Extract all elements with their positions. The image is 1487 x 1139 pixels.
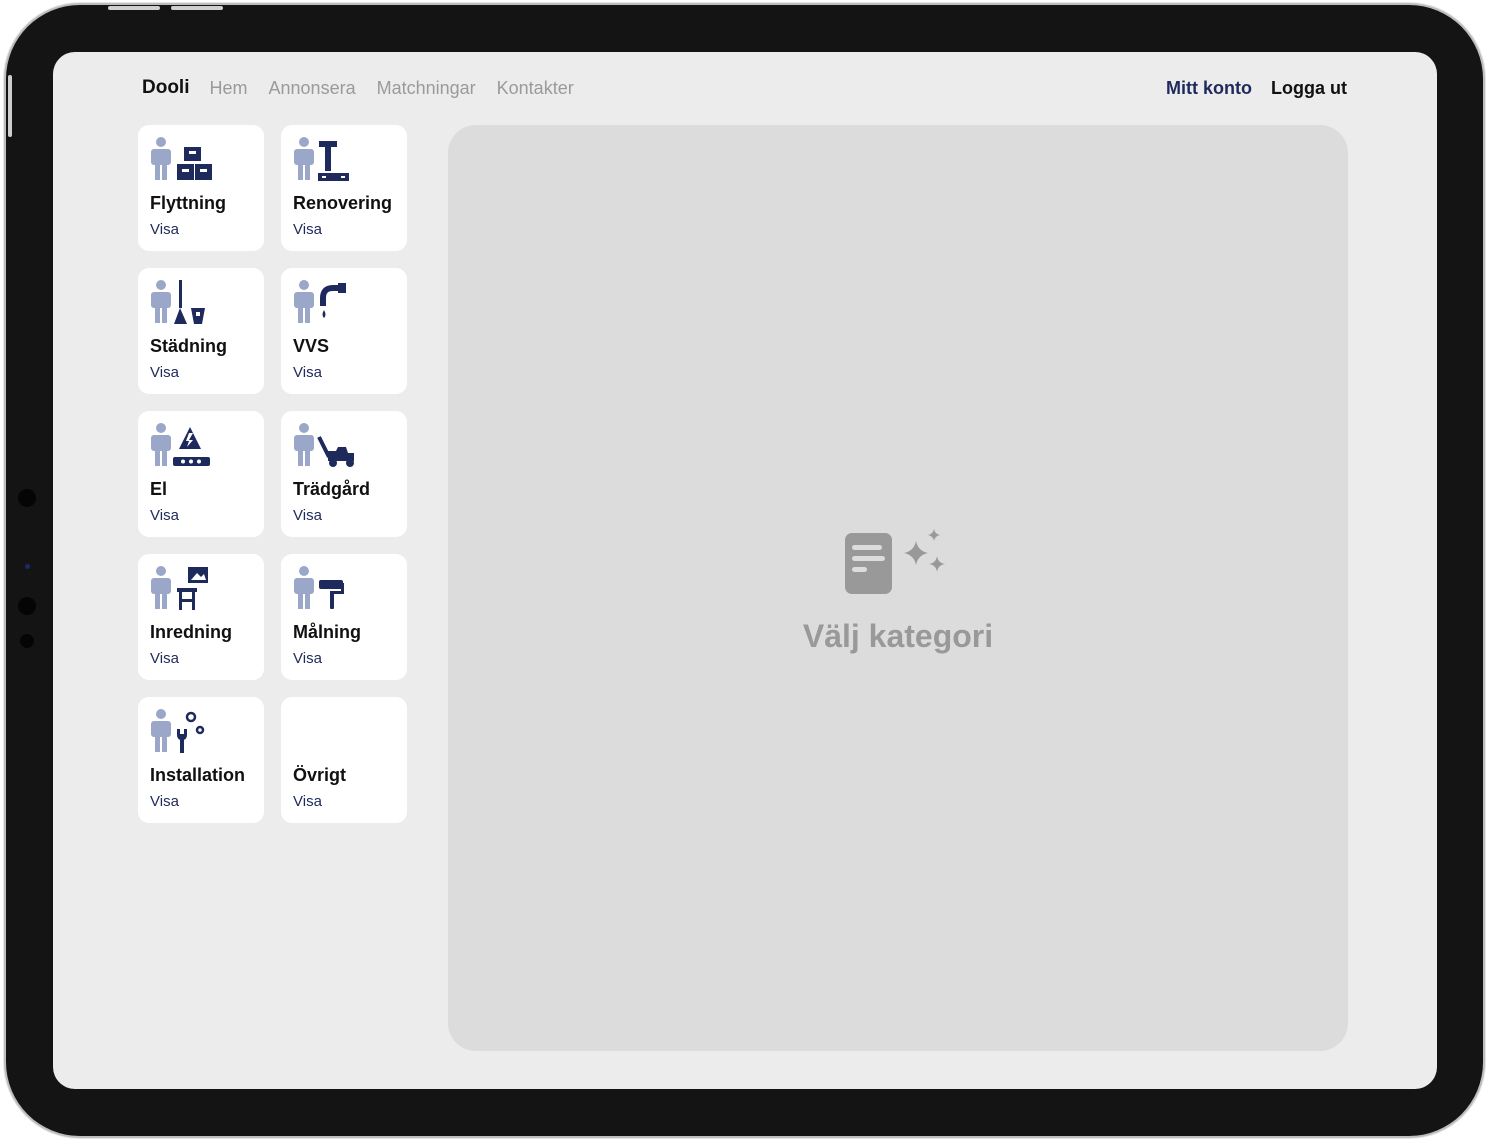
view-link[interactable]: Visa — [150, 221, 179, 238]
detail-panel: Välj kategori — [448, 125, 1348, 1051]
power-button — [8, 75, 12, 137]
account-nav: Mitt konto Logga ut — [1166, 74, 1347, 102]
view-link[interactable]: Visa — [150, 507, 179, 524]
category-title: Installation — [150, 765, 246, 785]
category-title: VVS — [293, 336, 330, 356]
logout-link[interactable]: Logga ut — [1271, 78, 1347, 99]
category-title: Flyttning — [150, 193, 226, 213]
hammer-icon — [294, 137, 349, 181]
picture-table-icon — [151, 566, 208, 610]
empty-state-label: Välj kategori — [802, 618, 994, 654]
electric-warning-icon — [151, 423, 210, 466]
lawnmower-icon — [294, 423, 354, 467]
category-card-vvs[interactable]: VVS Visa — [281, 268, 407, 394]
paint-roller-icon — [294, 566, 344, 609]
view-link[interactable]: Visa — [293, 650, 322, 667]
category-title: Trädgård — [293, 479, 371, 499]
brand-logo[interactable]: Dooli — [142, 77, 190, 99]
camera-dot — [18, 597, 36, 615]
category-title: Inredning — [150, 622, 232, 642]
category-card-renovering[interactable]: Renovering Visa — [281, 125, 407, 251]
category-card-installation[interactable]: Installation Visa — [138, 697, 264, 823]
top-nav: Dooli Hem Annonsera Matchningar Kontakte… — [142, 74, 595, 102]
nav-link-hem[interactable]: Hem — [210, 78, 248, 99]
pipe-leak-icon — [294, 280, 346, 323]
wrench-gear-icon — [151, 709, 205, 753]
volume-button — [108, 6, 160, 10]
camera-dot — [20, 634, 34, 648]
view-link[interactable]: Visa — [293, 364, 322, 381]
broom-bucket-icon — [151, 280, 205, 324]
my-account-link[interactable]: Mitt konto — [1166, 78, 1252, 99]
view-link[interactable]: Visa — [150, 650, 179, 667]
view-link[interactable]: Visa — [293, 793, 322, 810]
nav-link-matchningar[interactable]: Matchningar — [377, 78, 476, 99]
category-card-tradgard[interactable]: Trädgård Visa — [281, 411, 407, 537]
document-sparkle-icon — [845, 529, 945, 594]
moving-boxes-icon — [151, 137, 212, 180]
nav-link-annonsera[interactable]: Annonsera — [269, 78, 356, 99]
view-link[interactable]: Visa — [150, 364, 179, 381]
category-card-el[interactable]: El Visa — [138, 411, 264, 537]
camera-lens — [25, 564, 30, 569]
category-card-malning[interactable]: Målning Visa — [281, 554, 407, 680]
camera-dot — [18, 489, 36, 507]
app-screen: Dooli Hem Annonsera Matchningar Kontakte… — [53, 52, 1437, 1089]
view-link[interactable]: Visa — [293, 507, 322, 524]
category-card-ovrigt[interactable]: Övrigt Visa — [281, 697, 407, 823]
category-card-stadning[interactable]: Städning Visa — [138, 268, 264, 394]
category-title: Övrigt — [293, 765, 347, 785]
category-card-inredning[interactable]: Inredning Visa — [138, 554, 264, 680]
category-title: Renovering — [293, 193, 393, 213]
volume-button — [171, 6, 223, 10]
category-title: Städning — [150, 336, 227, 356]
nav-link-kontakter[interactable]: Kontakter — [497, 78, 574, 99]
category-card-flyttning[interactable]: Flyttning Visa — [138, 125, 264, 251]
view-link[interactable]: Visa — [293, 221, 322, 238]
view-link[interactable]: Visa — [150, 793, 179, 810]
category-title: El — [150, 479, 168, 499]
category-title: Målning — [293, 622, 361, 642]
